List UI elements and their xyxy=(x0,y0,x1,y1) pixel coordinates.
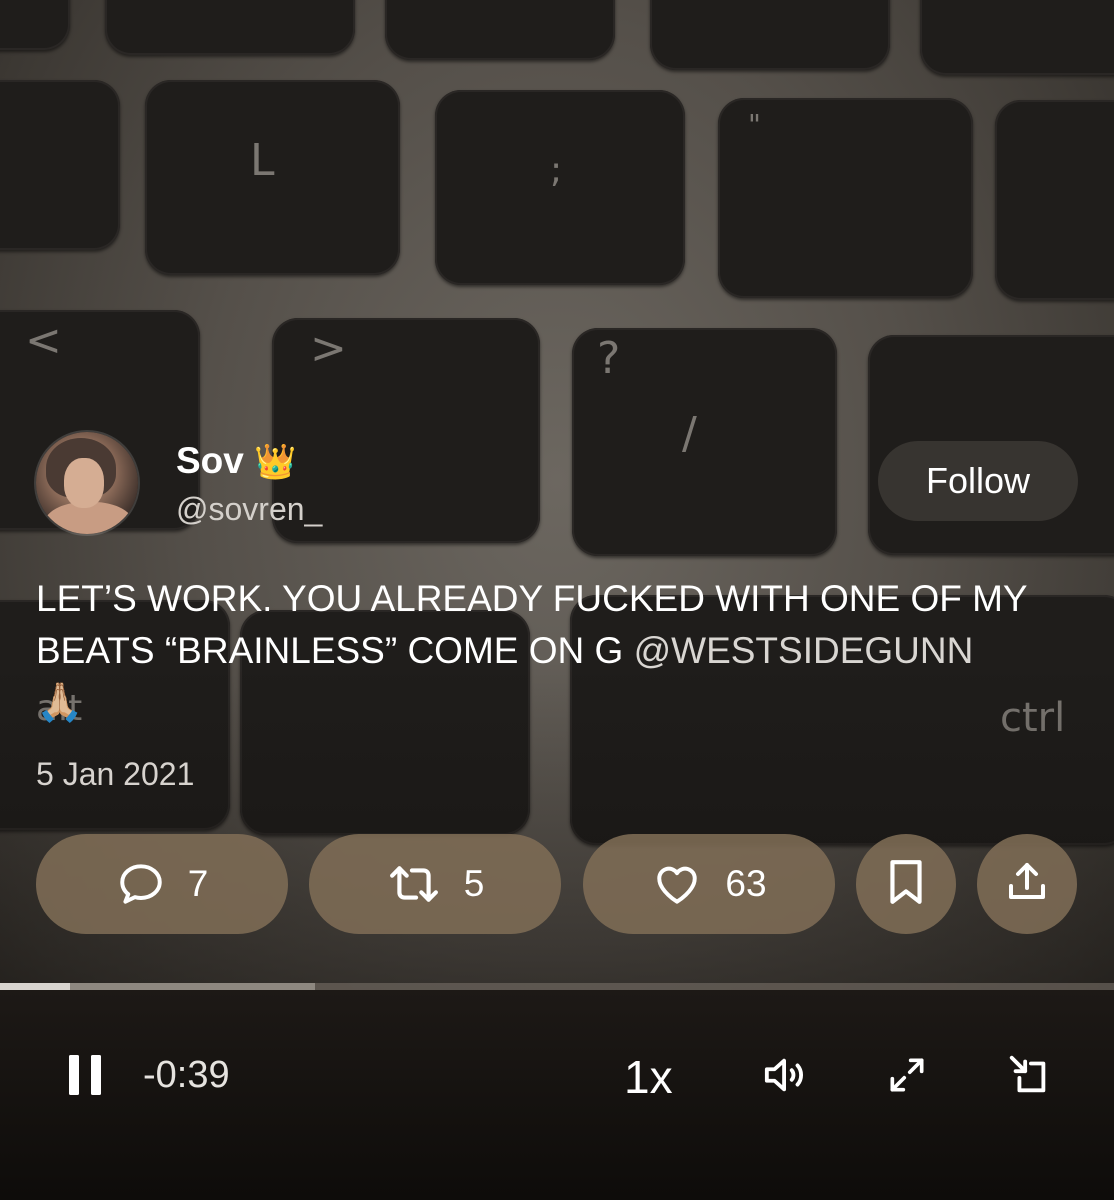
reply-button[interactable]: 7 xyxy=(36,834,288,934)
played-progress xyxy=(0,983,71,990)
author-handle[interactable]: @sovren_ xyxy=(176,490,322,528)
like-count: 63 xyxy=(725,863,767,904)
author-name[interactable]: Sov 👑 xyxy=(176,440,296,483)
video-progress-bar[interactable] xyxy=(0,983,1114,990)
avatar[interactable] xyxy=(36,432,138,534)
pause-button[interactable] xyxy=(60,1052,110,1102)
pause-icon xyxy=(65,1053,105,1102)
fullscreen-button[interactable] xyxy=(882,1052,932,1102)
mention-link[interactable]: @WESTSIDEGUNN xyxy=(634,630,974,671)
author-name-text: Sov xyxy=(176,440,244,481)
retweet-button[interactable]: 5 xyxy=(309,834,561,934)
like-icon xyxy=(651,859,703,909)
crown-emoji: 👑 xyxy=(254,443,297,481)
like-button[interactable]: 63 xyxy=(583,834,835,934)
volume-button[interactable] xyxy=(760,1052,812,1102)
time-remaining: -0:39 xyxy=(143,1054,230,1096)
tweet-text: LET’S WORK. YOU ALREADY FUCKED WITH ONE … xyxy=(36,573,1086,729)
bookmark-button[interactable] xyxy=(856,834,956,934)
bookmark-icon xyxy=(884,857,928,912)
pip-icon xyxy=(1006,1052,1052,1103)
share-icon xyxy=(1003,858,1051,911)
volume-icon xyxy=(761,1052,811,1103)
reply-count: 7 xyxy=(187,863,209,904)
share-button[interactable] xyxy=(977,834,1077,934)
follow-button[interactable]: Follow xyxy=(878,441,1078,521)
picture-in-picture-button[interactable] xyxy=(1004,1052,1054,1102)
tweet-date[interactable]: 5 Jan 2021 xyxy=(36,756,194,793)
avatar-face xyxy=(64,458,104,508)
reply-icon xyxy=(116,859,166,909)
retweet-count: 5 xyxy=(463,863,485,904)
fullscreen-icon xyxy=(885,1053,929,1102)
playback-speed-button[interactable]: 1x xyxy=(624,1050,673,1104)
pray-emoji: 🙏🏼 xyxy=(36,682,84,724)
retweet-icon xyxy=(386,859,442,909)
